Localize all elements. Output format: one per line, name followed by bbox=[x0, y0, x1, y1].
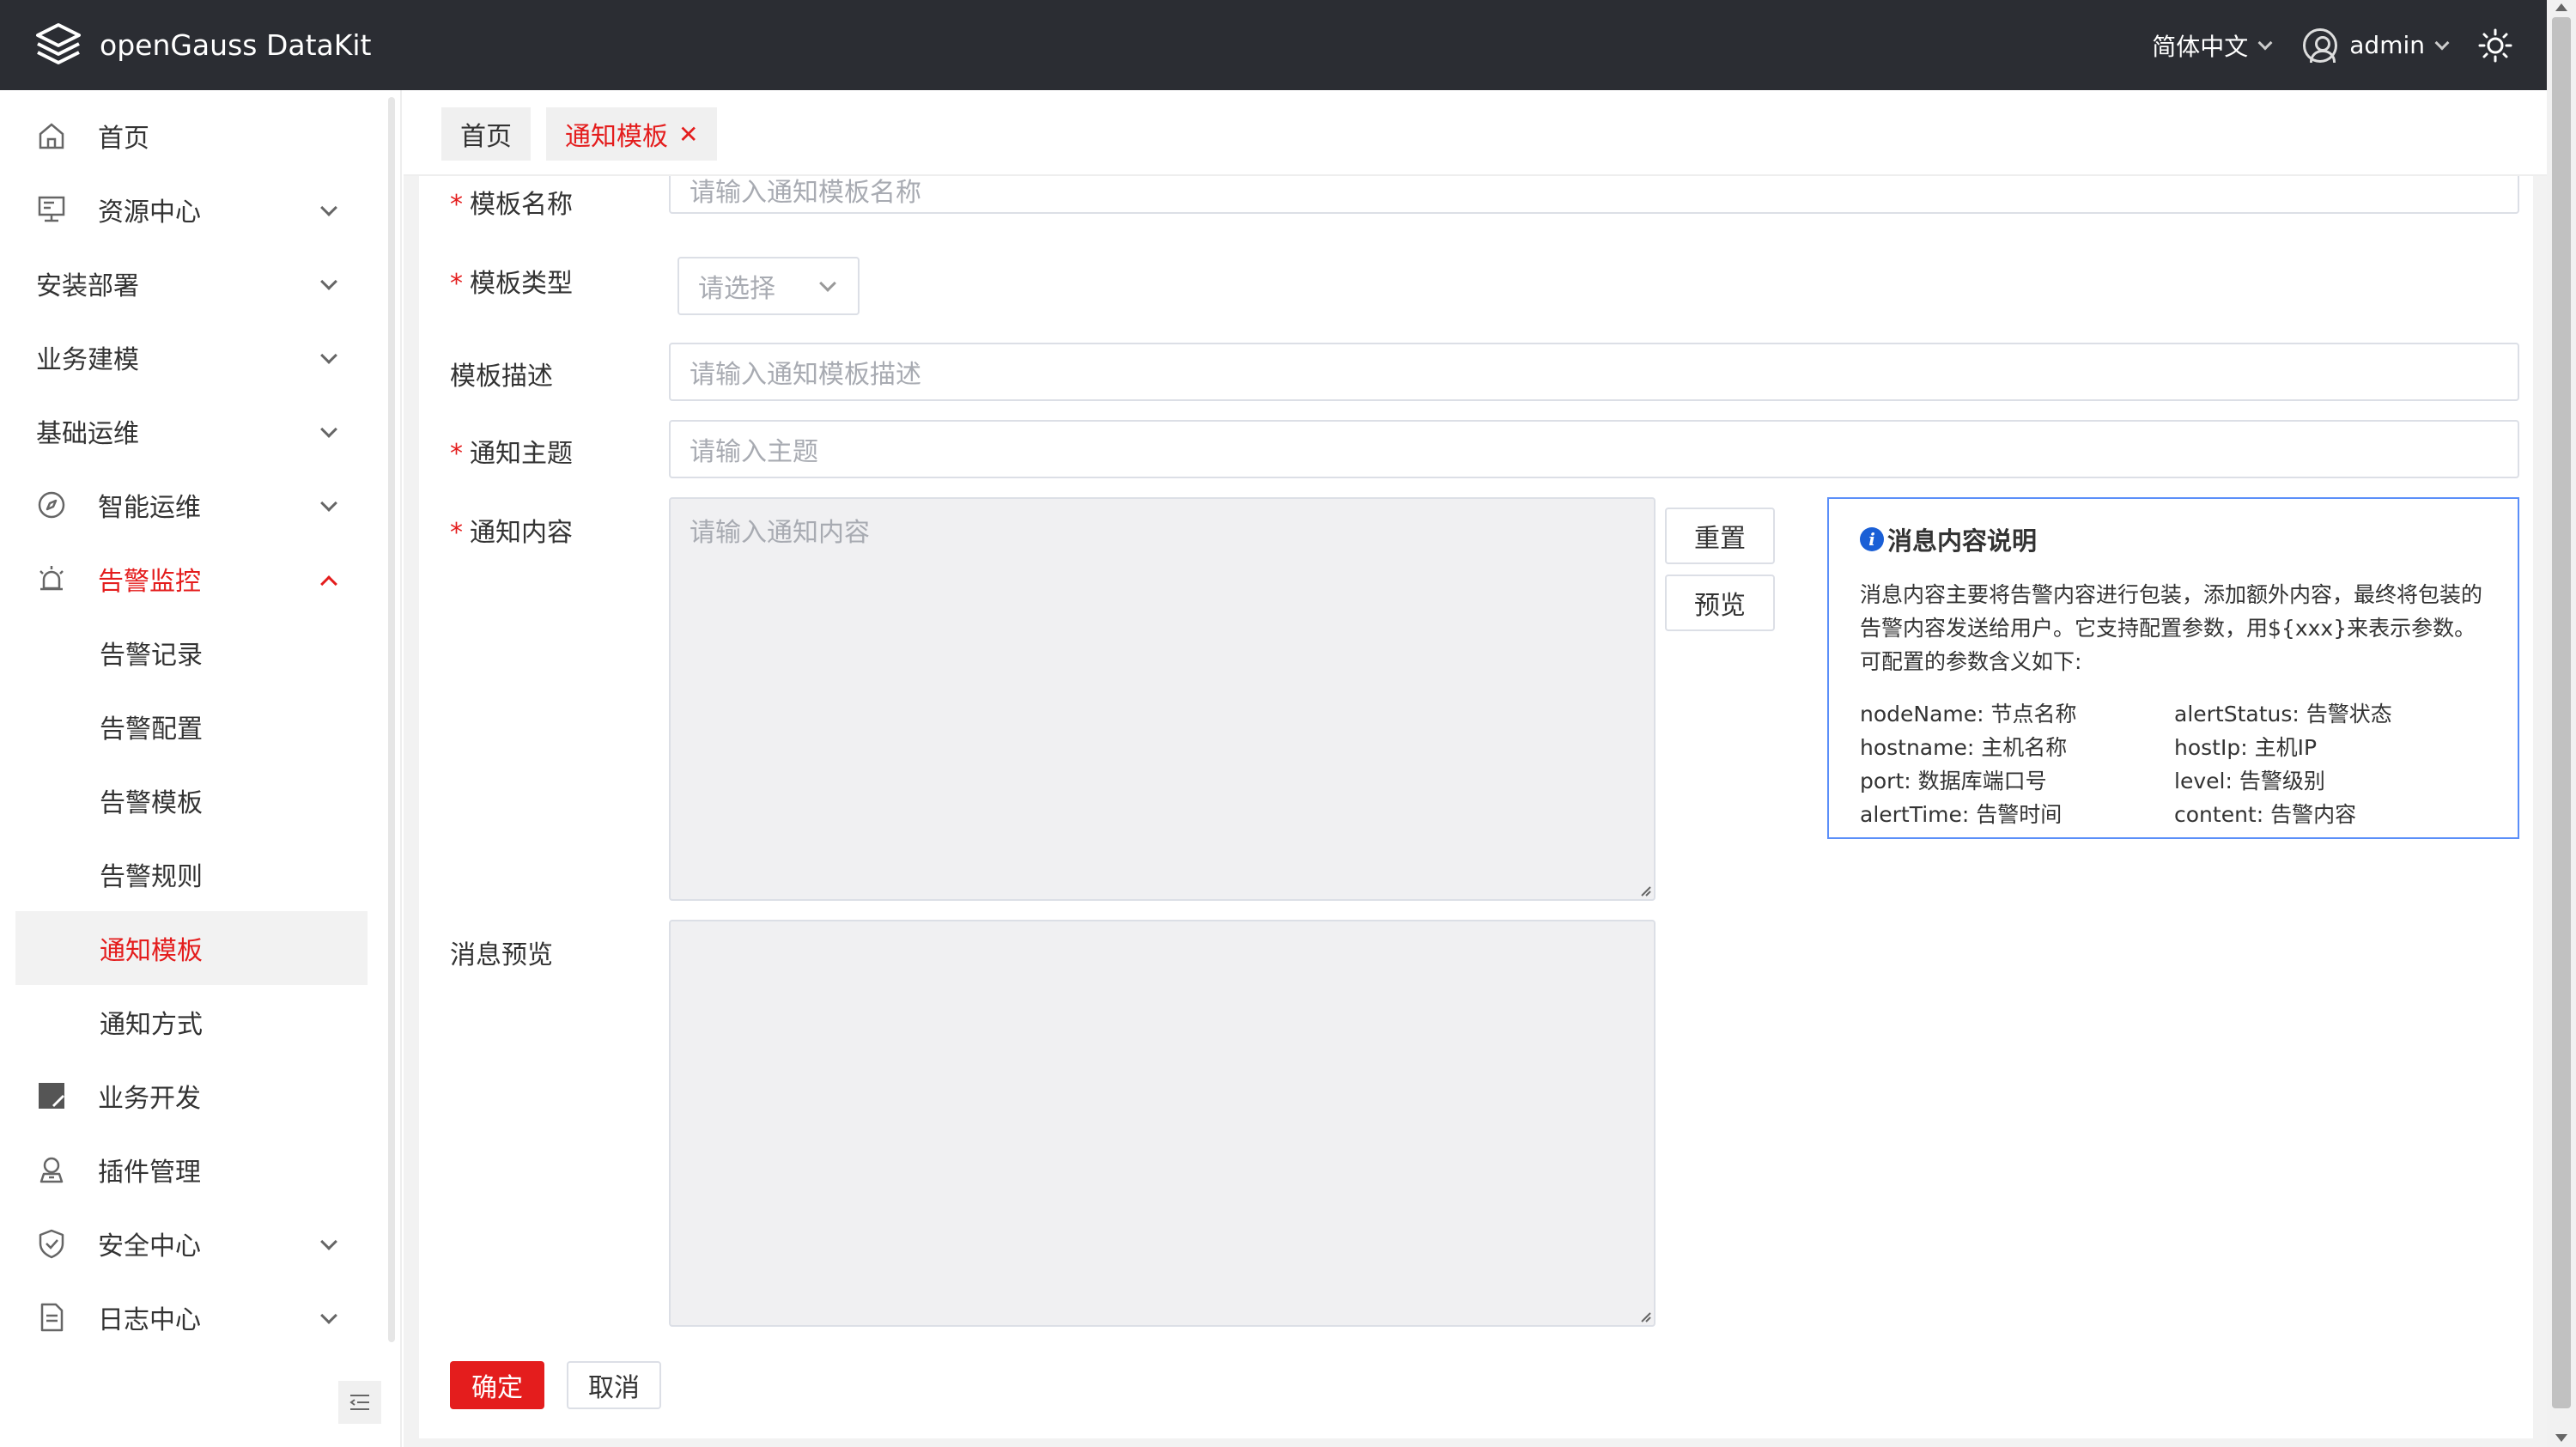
param-list: nodeName: 节点名称 alertStatus: 告警状态 hostnam… bbox=[1860, 697, 2487, 831]
chevron-down-icon bbox=[320, 421, 337, 438]
user-name: admin bbox=[2349, 31, 2425, 59]
info-description: 消息内容主要将告警内容进行包装，添加额外内容，最终将包装的告警内容发送给用户。它… bbox=[1860, 582, 2483, 674]
sidebar-item-install-deploy[interactable]: 安装部署 bbox=[15, 246, 368, 320]
sidebar: 首页 资源中心 安装部署 业务建模 基础运维 智能运维 告警监控 告警记录 告警… bbox=[0, 90, 402, 1447]
message-preview-label: 消息预览 bbox=[450, 940, 553, 970]
template-type-label: * 模板类型 bbox=[450, 269, 573, 299]
alarm-icon bbox=[34, 562, 69, 596]
scrollbar-thumb[interactable] bbox=[2552, 17, 2571, 1408]
param-item: hostname: 主机名称 bbox=[1860, 735, 2068, 760]
template-name-input[interactable]: 请输入通知模板名称 bbox=[669, 176, 2519, 214]
message-preview-area bbox=[669, 920, 1656, 1327]
sidebar-subitem-alarm-config[interactable]: 告警配置 bbox=[15, 690, 368, 763]
sidebar-item-business-dev[interactable]: 业务开发 bbox=[15, 1059, 368, 1133]
reset-button[interactable]: 重置 bbox=[1665, 508, 1775, 564]
sidebar-subitem-notify-template[interactable]: 通知模板 bbox=[15, 911, 368, 985]
template-desc-label: 模板描述 bbox=[450, 362, 553, 392]
monitor-icon bbox=[34, 192, 69, 227]
close-icon[interactable]: ✕ bbox=[678, 120, 698, 149]
param-item: alertTime: 告警时间 bbox=[1860, 802, 2063, 827]
app-logo[interactable]: openGauss DataKit bbox=[33, 20, 371, 71]
scroll-up-arrow-icon[interactable] bbox=[2555, 3, 2567, 11]
chevron-down-icon bbox=[320, 273, 337, 290]
sidebar-item-home[interactable]: 首页 bbox=[15, 99, 368, 173]
edit-icon bbox=[34, 1079, 69, 1113]
sidebar-item-resource-center[interactable]: 资源中心 bbox=[15, 173, 368, 246]
sidebar-item-plugin-management[interactable]: 插件管理 bbox=[15, 1133, 368, 1207]
param-item: content: 告警内容 bbox=[2174, 802, 2357, 827]
cancel-button[interactable]: 取消 bbox=[567, 1361, 661, 1409]
app-title: openGauss DataKit bbox=[100, 28, 372, 62]
user-menu[interactable]: admin bbox=[2303, 27, 2450, 63]
sidebar-item-alarm-monitor[interactable]: 告警监控 bbox=[15, 542, 368, 616]
shield-icon bbox=[34, 1226, 69, 1261]
notify-content-label: * 通知内容 bbox=[450, 518, 573, 548]
info-icon: i bbox=[1860, 527, 1884, 551]
document-icon bbox=[34, 1300, 69, 1335]
language-selector[interactable]: 简体中文 bbox=[2152, 28, 2273, 63]
notify-subject-label: * 通知主题 bbox=[450, 439, 573, 469]
tab-bar: 首页 通知模板 ✕ bbox=[404, 90, 2547, 176]
chevron-up-icon bbox=[320, 575, 337, 593]
param-item: nodeName: 节点名称 bbox=[1860, 702, 2077, 727]
tab-notify-template[interactable]: 通知模板 ✕ bbox=[546, 107, 718, 161]
chevron-down-icon bbox=[320, 1233, 337, 1250]
chevron-down-icon bbox=[320, 347, 337, 364]
form-panel: * 模板名称 请输入通知模板名称 * 模板类型 请选择 模板描述 请输入通知模板描述… bbox=[419, 176, 2533, 1438]
main-content: * 模板名称 请输入通知模板名称 * 模板类型 请选择 模板描述 请输入通知模板描述… bbox=[404, 176, 2547, 1447]
param-item: port: 数据库端口号 bbox=[1860, 769, 2047, 793]
template-desc-input[interactable]: 请输入通知模板描述 bbox=[669, 343, 2519, 401]
chevron-down-icon bbox=[320, 495, 337, 512]
theme-sun-icon[interactable] bbox=[2478, 28, 2512, 63]
plugin-icon bbox=[34, 1152, 69, 1187]
language-label: 简体中文 bbox=[2152, 32, 2249, 61]
page-scrollbar[interactable] bbox=[2547, 0, 2576, 1447]
info-title: 消息内容说明 bbox=[1887, 526, 2038, 556]
chevron-down-icon bbox=[2257, 35, 2273, 50]
chevron-down-icon bbox=[819, 275, 836, 292]
collapse-menu-icon bbox=[349, 1395, 369, 1410]
resize-handle-icon[interactable] bbox=[1638, 884, 1652, 897]
sidebar-collapse-button[interactable] bbox=[338, 1381, 381, 1424]
preview-button[interactable]: 预览 bbox=[1665, 575, 1775, 631]
top-header: openGauss DataKit 简体中文 admin bbox=[0, 0, 2547, 90]
chevron-down-icon bbox=[2434, 35, 2450, 50]
sidebar-scrollbar[interactable] bbox=[388, 97, 395, 1342]
sidebar-subitem-alarm-records[interactable]: 告警记录 bbox=[15, 616, 368, 690]
tab-home[interactable]: 首页 bbox=[441, 107, 531, 161]
chevron-down-icon bbox=[320, 199, 337, 216]
template-name-label: * 模板名称 bbox=[450, 190, 573, 220]
scroll-down-arrow-icon[interactable] bbox=[2555, 1434, 2567, 1442]
sidebar-subitem-alarm-template[interactable]: 告警模板 bbox=[15, 763, 368, 837]
layers-logo-icon bbox=[36, 22, 81, 64]
chevron-down-icon bbox=[320, 1307, 337, 1324]
compass-icon bbox=[34, 488, 69, 522]
sidebar-subitem-notify-method[interactable]: 通知方式 bbox=[15, 985, 368, 1059]
template-type-select[interactable]: 请选择 bbox=[677, 257, 860, 315]
user-avatar-icon bbox=[2303, 27, 2338, 63]
sidebar-subitem-alarm-rules[interactable]: 告警规则 bbox=[15, 837, 368, 911]
resize-handle-icon[interactable] bbox=[1638, 1310, 1652, 1323]
sidebar-item-smart-ops[interactable]: 智能运维 bbox=[15, 468, 368, 542]
param-item: hostIp: 主机IP bbox=[2174, 735, 2318, 760]
home-icon bbox=[34, 119, 69, 153]
param-item: level: 告警级别 bbox=[2174, 769, 2325, 793]
sidebar-item-business-modeling[interactable]: 业务建模 bbox=[15, 320, 368, 394]
message-content-info-box: i 消息内容说明 消息内容主要将告警内容进行包装，添加额外内容，最终将包装的告警… bbox=[1827, 497, 2519, 839]
notify-content-textarea[interactable]: 请输入通知内容 bbox=[669, 497, 1656, 901]
sidebar-item-security-center[interactable]: 安全中心 bbox=[15, 1207, 368, 1280]
notify-subject-input[interactable]: 请输入主题 bbox=[669, 420, 2519, 478]
sidebar-item-log-center[interactable]: 日志中心 bbox=[15, 1280, 368, 1354]
sidebar-item-basic-ops[interactable]: 基础运维 bbox=[15, 394, 368, 468]
param-item: alertStatus: 告警状态 bbox=[2174, 702, 2392, 727]
confirm-button[interactable]: 确定 bbox=[450, 1361, 544, 1409]
